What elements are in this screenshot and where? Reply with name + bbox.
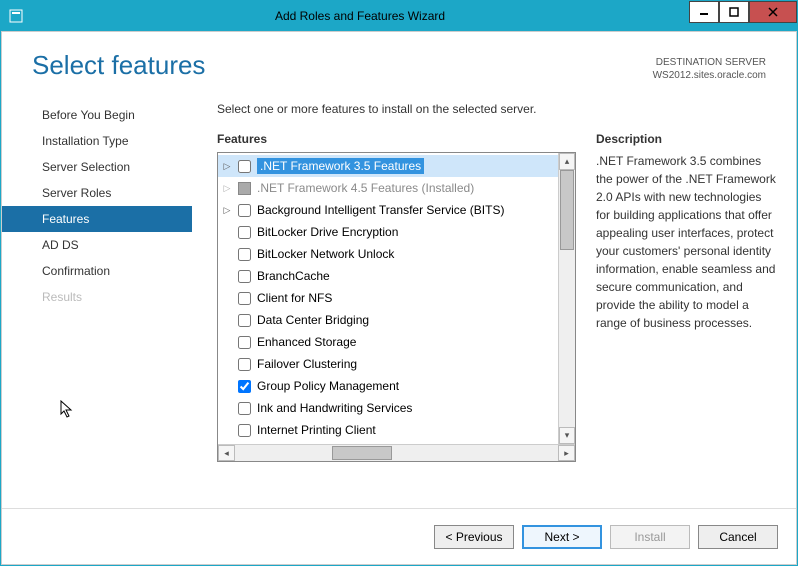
- feature-checkbox[interactable]: [238, 380, 251, 393]
- features-listbox[interactable]: ▷ .NET Framework 3.5 Features ▷ .NET Framew…: [217, 152, 576, 462]
- horizontal-scrollbar[interactable]: ◂ ▸: [218, 444, 575, 461]
- feature-row[interactable]: ▷ .NET Framework 4.5 Features (Installed): [218, 177, 558, 199]
- maximize-button[interactable]: [719, 1, 749, 23]
- feature-label: Internet Printing Client: [257, 423, 376, 437]
- feature-checkbox[interactable]: [238, 402, 251, 415]
- sidebar-item-installation-type[interactable]: Installation Type: [2, 128, 192, 154]
- feature-checkbox[interactable]: [238, 358, 251, 371]
- previous-button[interactable]: < Previous: [434, 525, 514, 549]
- wizard-footer: < Previous Next > Install Cancel: [2, 508, 796, 564]
- feature-label: Background Intelligent Transfer Service …: [257, 203, 504, 217]
- feature-label: Group Policy Management: [257, 379, 399, 393]
- app-icon: [1, 1, 31, 31]
- destination-server: DESTINATION SERVER WS2012.sites.oracle.c…: [653, 56, 766, 82]
- wizard-header: Select features DESTINATION SERVER WS201…: [2, 32, 796, 92]
- cancel-button[interactable]: Cancel: [698, 525, 778, 549]
- feature-row[interactable]: ▷ Background Intelligent Transfer Service…: [218, 199, 558, 221]
- features-label: Features: [217, 132, 576, 146]
- scroll-down-arrow[interactable]: ▾: [559, 427, 575, 444]
- expander-icon[interactable]: ▷: [222, 205, 232, 216]
- window-controls: [689, 1, 797, 31]
- vertical-scrollbar[interactable]: ▴ ▾: [558, 153, 575, 444]
- sidebar-item-ad-ds[interactable]: AD DS: [2, 232, 192, 258]
- scroll-left-arrow[interactable]: ◂: [218, 445, 235, 461]
- sidebar-item-server-roles[interactable]: Server Roles: [2, 180, 192, 206]
- feature-row[interactable]: BitLocker Drive Encryption: [218, 221, 558, 243]
- feature-row[interactable]: BitLocker Network Unlock: [218, 243, 558, 265]
- feature-label: Data Center Bridging: [257, 313, 369, 327]
- feature-checkbox[interactable]: [238, 314, 251, 327]
- sidebar-item-server-selection[interactable]: Server Selection: [2, 154, 192, 180]
- sidebar-item-before-you-begin[interactable]: Before You Begin: [2, 102, 192, 128]
- feature-row[interactable]: Enhanced Storage: [218, 331, 558, 353]
- destination-label: DESTINATION SERVER: [653, 56, 766, 69]
- sidebar-item-results: Results: [2, 284, 192, 310]
- feature-row[interactable]: BranchCache: [218, 265, 558, 287]
- feature-row[interactable]: Group Policy Management: [218, 375, 558, 397]
- titlebar[interactable]: Add Roles and Features Wizard: [1, 1, 797, 31]
- feature-label: Enhanced Storage: [257, 335, 356, 349]
- feature-row[interactable]: Ink and Handwriting Services: [218, 397, 558, 419]
- hscroll-thumb[interactable]: [332, 446, 392, 460]
- feature-checkbox[interactable]: [238, 226, 251, 239]
- feature-label: BitLocker Network Unlock: [257, 247, 394, 261]
- feature-checkbox[interactable]: [238, 160, 251, 173]
- sidebar-item-features[interactable]: Features: [2, 206, 192, 232]
- close-button[interactable]: [749, 1, 797, 23]
- feature-label: Failover Clustering: [257, 357, 357, 371]
- instruction-text: Select one or more features to install o…: [217, 102, 776, 116]
- page-title: Select features: [32, 50, 205, 81]
- sidebar-item-confirmation[interactable]: Confirmation: [2, 258, 192, 284]
- feature-label: Client for NFS: [257, 291, 332, 305]
- scroll-thumb[interactable]: [560, 170, 574, 250]
- wizard-sidebar: Before You BeginInstallation TypeServer …: [2, 92, 192, 508]
- feature-checkbox[interactable]: [238, 204, 251, 217]
- scroll-up-arrow[interactable]: ▴: [559, 153, 575, 170]
- scroll-right-arrow[interactable]: ▸: [558, 445, 575, 461]
- feature-checkbox: [238, 182, 251, 195]
- feature-label: .NET Framework 3.5 Features: [257, 158, 424, 174]
- feature-row[interactable]: Data Center Bridging: [218, 309, 558, 331]
- feature-label: BitLocker Drive Encryption: [257, 225, 398, 239]
- feature-label: Ink and Handwriting Services: [257, 401, 412, 415]
- description-label: Description: [596, 132, 776, 146]
- feature-checkbox[interactable]: [238, 292, 251, 305]
- expander-icon[interactable]: ▷: [222, 183, 232, 194]
- feature-checkbox[interactable]: [238, 336, 251, 349]
- feature-row[interactable]: Client for NFS: [218, 287, 558, 309]
- feature-checkbox[interactable]: [238, 270, 251, 283]
- expander-icon[interactable]: ▷: [222, 161, 232, 172]
- description-text: .NET Framework 3.5 combines the power of…: [596, 152, 776, 332]
- feature-row[interactable]: Failover Clustering: [218, 353, 558, 375]
- feature-row[interactable]: Internet Printing Client: [218, 419, 558, 441]
- next-button[interactable]: Next >: [522, 525, 602, 549]
- feature-checkbox[interactable]: [238, 248, 251, 261]
- install-button: Install: [610, 525, 690, 549]
- feature-label: .NET Framework 4.5 Features (Installed): [257, 181, 474, 195]
- minimize-button[interactable]: [689, 1, 719, 23]
- feature-label: BranchCache: [257, 269, 330, 283]
- window-title: Add Roles and Features Wizard: [31, 1, 689, 31]
- destination-value: WS2012.sites.oracle.com: [653, 69, 766, 82]
- feature-checkbox[interactable]: [238, 424, 251, 437]
- feature-row[interactable]: ▷ .NET Framework 3.5 Features: [218, 155, 558, 177]
